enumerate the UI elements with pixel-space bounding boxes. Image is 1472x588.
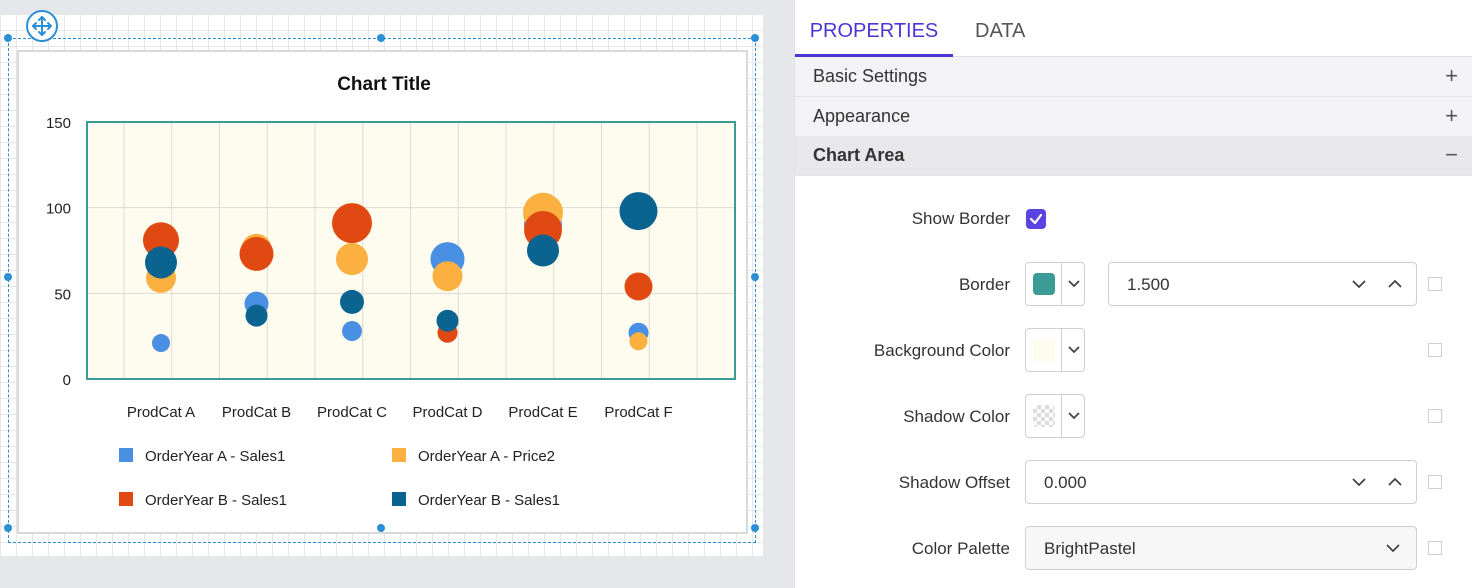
x-tick-label: ProdCat C (317, 404, 387, 421)
x-tick-label: ProdCat B (222, 404, 291, 421)
bubble-point (342, 321, 362, 342)
transparent-swatch-icon (1033, 405, 1055, 427)
section-label: Chart Area (813, 145, 905, 165)
color-palette-value: BrightPastel (1044, 539, 1136, 558)
chevron-down-icon (1068, 280, 1080, 288)
section-appearance[interactable]: Appearance + (795, 97, 1472, 137)
resize-handle-bottom-right[interactable] (751, 524, 759, 532)
bubble-point (629, 332, 648, 351)
resize-handle-top-left[interactable] (4, 34, 12, 42)
chevron-down-icon (1068, 346, 1080, 354)
section-label: Basic Settings (813, 66, 928, 86)
shadow-color-picker[interactable] (1025, 394, 1085, 438)
y-tick-label: 0 (63, 372, 71, 389)
color-palette-reset-checkbox[interactable] (1428, 541, 1442, 555)
legend-swatch (119, 492, 133, 506)
chart-item[interactable]: Chart Title 0 50 100 150 ProdCat A ProdCat B Pr… (17, 50, 748, 534)
bubble-point (152, 334, 170, 353)
color-palette-dropdown[interactable]: BrightPastel (1025, 526, 1417, 570)
legend-swatch (392, 448, 406, 462)
show-border-checkbox[interactable] (1026, 209, 1046, 229)
x-tick-label: ProdCat E (508, 404, 577, 421)
x-tick-label: ProdCat F (604, 404, 672, 421)
section-chart-area[interactable]: Chart Area − (795, 136, 1472, 176)
chevron-down-icon[interactable] (1350, 473, 1368, 491)
bubble-point (436, 309, 459, 332)
bubble-point (624, 272, 653, 301)
resize-handle-middle-right[interactable] (751, 273, 759, 281)
section-label: Appearance (813, 106, 911, 126)
border-color-picker[interactable] (1025, 262, 1085, 306)
checkmark-icon (1029, 213, 1043, 225)
shadow-offset-reset-checkbox[interactable] (1428, 475, 1442, 489)
border-reset-checkbox[interactable] (1428, 277, 1442, 291)
bubble-point (527, 234, 559, 267)
background-color-label: Background Color (873, 341, 1010, 360)
design-surface: Chart Title 0 50 100 150 ProdCat A ProdCat B Pr… (0, 14, 763, 556)
bubble-point (340, 289, 364, 314)
panel-tabs: PROPERTIES DATA (795, 0, 1472, 57)
resize-handle-middle-left[interactable] (4, 273, 12, 281)
chevron-down-icon[interactable] (1350, 275, 1368, 293)
legend-swatch (119, 448, 133, 462)
shadow-offset-value: 0.000 (1044, 473, 1087, 492)
bubble-point (336, 243, 368, 276)
background-color-swatch (1033, 339, 1055, 361)
border-color-swatch (1033, 273, 1055, 295)
report-designer-canvas-area: Chart Title 0 50 100 150 ProdCat A ProdCat B Pr… (0, 0, 794, 588)
resize-handle-top-right[interactable] (751, 34, 759, 42)
y-tick-label: 150 (46, 115, 71, 132)
resize-handle-bottom-center[interactable] (377, 524, 385, 532)
shadow-color-label: Shadow Color (903, 407, 1010, 426)
properties-panel: PROPERTIES DATA Basic Settings + Appeara… (794, 0, 1472, 588)
expand-icon[interactable]: + (1445, 63, 1458, 89)
legend-label: OrderYear B - Sales1 (145, 492, 287, 509)
chart-title: Chart Title (337, 74, 431, 95)
chevron-up-icon[interactable] (1386, 473, 1404, 491)
bubble-point (432, 261, 463, 292)
chevron-down-icon (1068, 412, 1080, 420)
border-label: Border (958, 275, 1010, 294)
resize-handle-top-center[interactable] (377, 34, 385, 42)
tab-properties[interactable]: PROPERTIES (795, 0, 953, 57)
bubble-point (245, 304, 268, 327)
background-color-picker[interactable] (1025, 328, 1085, 372)
legend-swatch (392, 492, 406, 506)
background-color-reset-checkbox[interactable] (1428, 343, 1442, 357)
collapse-icon[interactable]: − (1445, 142, 1458, 168)
legend-label: OrderYear A - Sales1 (145, 448, 285, 465)
resize-handle-bottom-left[interactable] (4, 524, 12, 532)
shadow-color-reset-checkbox[interactable] (1428, 409, 1442, 423)
bubble-point (619, 192, 658, 231)
show-border-label: Show Border (911, 209, 1010, 228)
x-tick-label: ProdCat D (412, 404, 482, 421)
shadow-offset-input[interactable]: 0.000 (1025, 460, 1417, 504)
legend-label: OrderYear A - Price2 (418, 448, 555, 465)
border-width-input[interactable]: 1.500 (1108, 262, 1417, 306)
chart-svg: Chart Title 0 50 100 150 ProdCat A ProdCat B Pr… (46, 74, 736, 509)
chevron-up-icon[interactable] (1386, 275, 1404, 293)
legend-label: OrderYear B - Sales1 (418, 492, 560, 509)
bubble-point (239, 236, 274, 271)
shadow-offset-label: Shadow Offset (898, 473, 1010, 492)
color-palette-label: Color Palette (911, 539, 1010, 558)
y-tick-label: 50 (54, 286, 71, 303)
bubble-point (332, 203, 372, 244)
x-tick-label: ProdCat A (127, 404, 195, 421)
section-basic-settings[interactable]: Basic Settings + (795, 57, 1472, 97)
bubble-point (145, 246, 177, 279)
tab-data[interactable]: DATA (975, 0, 1025, 57)
expand-icon[interactable]: + (1445, 103, 1458, 129)
chevron-down-icon (1386, 544, 1400, 553)
border-width-value: 1.500 (1127, 275, 1170, 294)
y-tick-label: 100 (46, 201, 71, 218)
move-icon[interactable] (26, 10, 58, 42)
